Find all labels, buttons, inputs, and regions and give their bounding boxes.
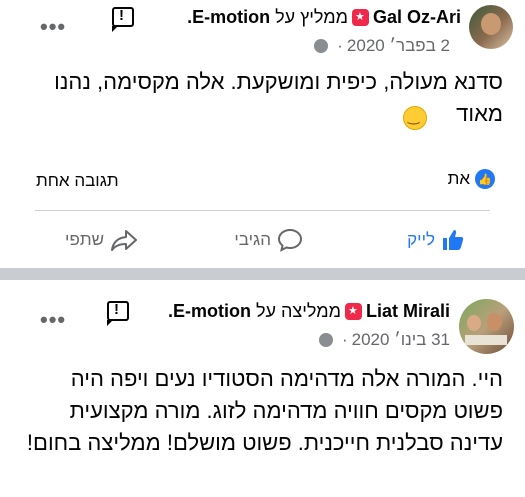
post-body: היי. המורה אלה מדהימה הסטודיו נעים ויפה … [26, 366, 503, 455]
comment-bubble-icon [277, 228, 303, 252]
page-name[interactable]: E-motion. [187, 7, 270, 28]
author-name[interactable]: Gal Oz-Ari [373, 7, 461, 28]
page-name[interactable]: E-motion. [168, 301, 251, 322]
recommends-text: ממליצה על [255, 301, 341, 321]
share-button[interactable]: שתפי [65, 228, 138, 252]
globe-icon [314, 39, 329, 53]
meta-separator: · [341, 330, 348, 349]
recommends-text: ממליץ על [275, 7, 348, 27]
feed-separator [0, 268, 525, 280]
report-flag-icon[interactable] [112, 7, 134, 32]
author-avatar[interactable] [469, 5, 513, 49]
share-arrow-icon [111, 230, 137, 251]
post-header-line: Liat Mirali ממליצה על E-motion. [168, 301, 450, 322]
globe-icon [318, 333, 333, 347]
comment-button[interactable]: הגיבי [234, 228, 303, 252]
post-actions: לייק הגיבי שתפי [0, 224, 525, 264]
recommend-badge-icon [351, 9, 369, 26]
post-meta: 31 בינו׳ 2020 · [314, 330, 450, 350]
more-options-icon[interactable]: ••• [40, 14, 66, 40]
meta-separator: · [337, 36, 343, 55]
report-flag-icon[interactable] [107, 301, 129, 326]
page-name-label: E-motion. [187, 7, 271, 27]
thumbs-up-icon [443, 230, 464, 250]
post-body: סדנא מעולה, כיפית ומושקעת. אלה מקסימה, נ… [54, 69, 503, 126]
post-meta: 2 בפבר׳ 2020 · [309, 36, 450, 56]
page-name-label: E-motion. [167, 301, 251, 321]
like-button[interactable]: לייק [407, 228, 465, 252]
post-date[interactable]: 2 בפבר׳ 2020 [347, 36, 450, 56]
reactions-label[interactable]: את [448, 169, 470, 189]
comment-label: הגיבי [234, 230, 271, 249]
post-date[interactable]: 31 בינו׳ 2020 [352, 330, 450, 350]
post-stats: 👍 את תגובה אחת [0, 167, 525, 197]
smiley-emoji-icon [403, 106, 427, 130]
stats-divider [35, 210, 490, 211]
author-avatar[interactable] [459, 299, 514, 354]
more-options-icon[interactable]: ••• [40, 307, 66, 333]
share-label: שתפי [65, 230, 104, 249]
post-header-line: Gal Oz-Ari ממליץ על E-motion. [187, 7, 461, 28]
like-label: לייק [407, 230, 435, 249]
comments-count[interactable]: תגובה אחת [36, 171, 119, 191]
like-reaction-icon: 👍 [475, 169, 495, 189]
author-name[interactable]: Liat Mirali [366, 301, 450, 322]
recommend-badge-icon [344, 303, 362, 320]
